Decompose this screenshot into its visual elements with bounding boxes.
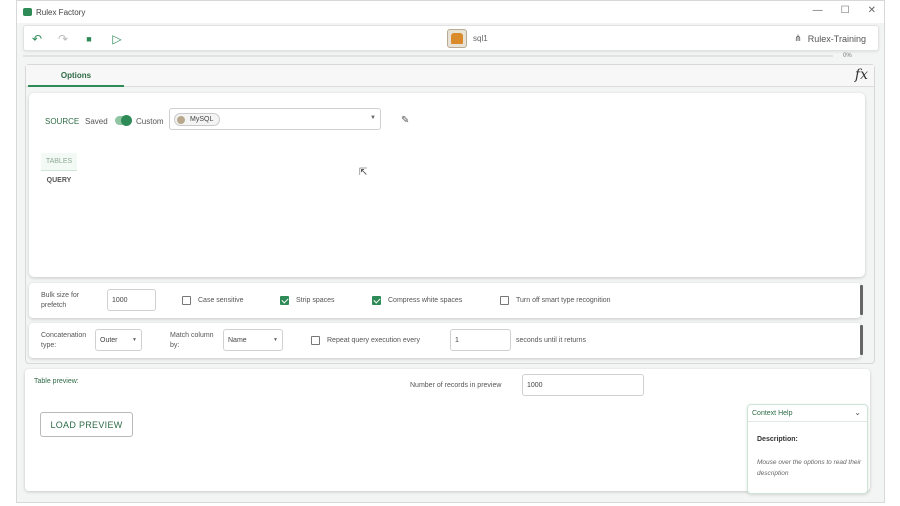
- custom-label: Custom: [136, 117, 164, 126]
- source-card: SOURCE Saved Custom MySQL ▼ ✎ TABLES QUE…: [29, 93, 865, 277]
- compress-spaces-checkbox[interactable]: [372, 296, 381, 305]
- database-node-icon: [447, 29, 467, 48]
- source-chip: MySQL: [174, 113, 221, 126]
- concatenation-select[interactable]: Outer ▼: [95, 329, 142, 351]
- concatenation-value: Outer: [100, 336, 118, 344]
- compress-spaces-label: Compress white spaces: [388, 297, 463, 304]
- save-button[interactable]: ■: [82, 32, 96, 46]
- tab-bar: Options fx: [26, 65, 874, 87]
- load-preview-button[interactable]: LOAD PREVIEW: [40, 412, 133, 437]
- fx-icon[interactable]: fx: [855, 67, 868, 83]
- maximize-button[interactable]: ☐: [841, 5, 850, 16]
- progress-bar: [23, 55, 833, 57]
- strip-spaces-label: Strip spaces: [296, 297, 335, 304]
- context-help-title: Context Help: [752, 410, 793, 417]
- window-controls: — ☐ ✕: [813, 5, 876, 16]
- saved-label: Saved: [85, 117, 108, 126]
- description-label: Description:: [757, 436, 798, 443]
- redo-button[interactable]: ↷: [56, 32, 70, 46]
- run-button[interactable]: ▷: [110, 32, 124, 46]
- context-help-panel: Context Help ⌄ Description: Mouse over t…: [747, 404, 868, 494]
- progress-label: 0%: [843, 53, 852, 59]
- smart-type-label: Turn off smart type recognition: [516, 297, 611, 304]
- source-chip-label: MySQL: [190, 116, 214, 123]
- chevron-down-icon[interactable]: ⌄: [854, 408, 861, 417]
- close-button[interactable]: ✕: [868, 5, 876, 16]
- case-sensitive-label: Case sensitive: [198, 297, 244, 304]
- source-select[interactable]: MySQL ▼: [169, 108, 381, 130]
- description-text: Mouse over the options to read their des…: [757, 459, 862, 477]
- case-sensitive-checkbox[interactable]: [182, 296, 191, 305]
- edit-icon[interactable]: ✎: [401, 115, 409, 126]
- title-bar: Rulex Factory — ☐ ✕: [17, 1, 884, 23]
- strip-spaces-checkbox[interactable]: [280, 296, 289, 305]
- scrollbar[interactable]: [860, 285, 863, 315]
- toolbar: ↶ ↷ ■ ▷ sql1 ⋔ Rulex-Training: [23, 25, 879, 51]
- workflow-icon: ⋔: [794, 33, 802, 43]
- chevron-down-icon: ▼: [273, 337, 278, 343]
- chevron-down-icon: ▼: [370, 115, 376, 121]
- node-title: sql1: [473, 34, 488, 43]
- app-window: Rulex Factory — ☐ ✕ ↶ ↷ ■ ▷ sql1 ⋔ Rulex…: [16, 0, 885, 503]
- bulk-size-input[interactable]: 1000: [107, 289, 156, 311]
- table-preview-label: Table preview:: [34, 378, 79, 385]
- minimize-button[interactable]: —: [813, 5, 823, 16]
- scrollbar[interactable]: [860, 325, 863, 355]
- source-label: SOURCE: [45, 117, 80, 126]
- chevron-down-icon: ▼: [132, 337, 137, 343]
- options-row-1: Bulk size for prefetch 1000 Case sensiti…: [29, 283, 863, 318]
- smart-type-checkbox[interactable]: [500, 296, 509, 305]
- records-preview-input[interactable]: 1000: [522, 374, 644, 396]
- match-column-value: Name: [228, 336, 247, 344]
- subtab-query[interactable]: QUERY: [41, 173, 77, 187]
- match-column-select[interactable]: Name ▼: [223, 329, 283, 351]
- options-row-2: Concatenation type: Outer ▼ Match column…: [29, 323, 863, 358]
- mouse-cursor-icon: ⇱: [359, 167, 368, 178]
- match-column-label: Match column by:: [170, 332, 214, 349]
- records-preview-label: Number of records in preview: [410, 382, 502, 389]
- app-logo-icon: [23, 8, 32, 16]
- concatenation-label: Concatenation type:: [41, 332, 87, 349]
- repeat-seconds-input[interactable]: 1: [450, 329, 511, 351]
- subtab-tables[interactable]: TABLES: [41, 153, 77, 171]
- context-help-header[interactable]: Context Help ⌄: [748, 405, 867, 422]
- options-panel: Options fx SOURCE Saved Custom MySQL ▼ ✎…: [25, 64, 875, 364]
- undo-button[interactable]: ↶: [30, 32, 44, 46]
- saved-custom-toggle[interactable]: [115, 115, 132, 126]
- workspace-link[interactable]: ⋔ Rulex-Training: [794, 33, 866, 44]
- workspace-name: Rulex-Training: [807, 33, 866, 44]
- seconds-label: seconds until it returns: [516, 337, 587, 344]
- repeat-query-checkbox[interactable]: [311, 336, 320, 345]
- table-preview-panel: Table preview: Number of records in prev…: [25, 369, 870, 491]
- window-title: Rulex Factory: [36, 7, 86, 17]
- bulk-size-label: Bulk size for prefetch: [41, 292, 80, 309]
- database-icon: [177, 116, 185, 124]
- tab-options[interactable]: Options: [28, 65, 124, 87]
- repeat-query-label: Repeat query execution every: [327, 337, 420, 344]
